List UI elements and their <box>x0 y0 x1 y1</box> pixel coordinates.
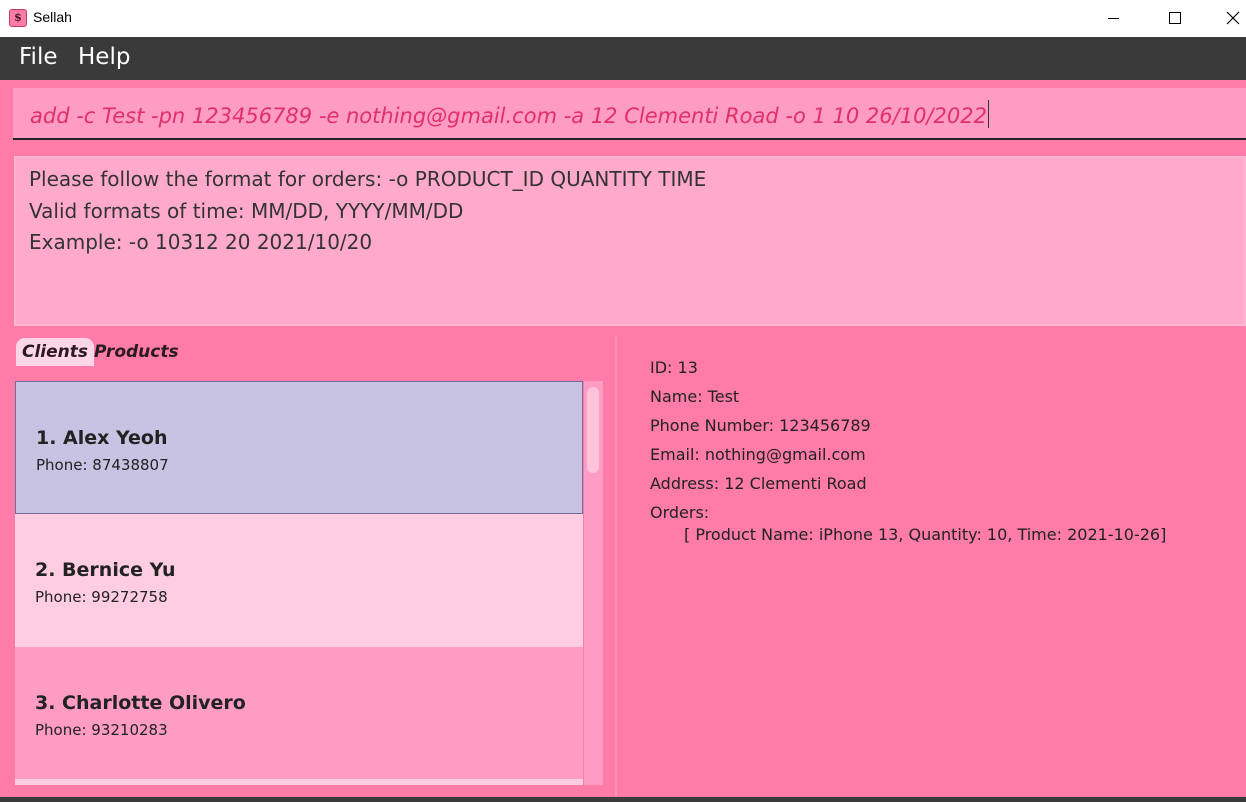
client-phone: Phone: 99272758 <box>35 588 168 606</box>
result-display: Please follow the format for orders: -o … <box>14 156 1246 326</box>
result-line: Example: -o 10312 20 2021/10/20 <box>29 230 373 254</box>
command-input[interactable]: add -c Test -pn 123456789 -e nothing@gma… <box>13 88 1246 140</box>
list-scrollbar[interactable] <box>584 381 603 785</box>
detail-name: Name: Test <box>650 387 740 406</box>
client-name: 2. Bernice Yu <box>35 559 176 581</box>
command-text: add -c Test -pn 123456789 -e nothing@gma… <box>30 104 987 128</box>
result-line: Valid formats of time: MM/DD, YYYY/MM/DD <box>29 199 464 223</box>
client-detail-panel: ID: 13 Name: Test Phone Number: 12345678… <box>619 335 1246 797</box>
detail-email: Email: nothing@gmail.com <box>650 445 866 464</box>
list-item[interactable]: 1. Alex Yeoh Phone: 87438807 <box>15 381 583 514</box>
maximize-button[interactable] <box>1146 0 1204 37</box>
client-list-panel: Clients Products 1. Alex Yeoh Phone: 874… <box>0 335 617 797</box>
window-title: Sellah <box>33 9 72 25</box>
tab-products[interactable]: Products <box>88 338 185 366</box>
tab-clients[interactable]: Clients <box>16 338 95 366</box>
result-area: Please follow the format for orders: -o … <box>0 149 1246 335</box>
list-item[interactable]: 3. Charlotte Olivero Phone: 93210283 <box>15 647 583 780</box>
command-text-wrap: add -c Test -pn 123456789 -e nothing@gma… <box>30 100 989 128</box>
command-area: add -c Test -pn 123456789 -e nothing@gma… <box>0 80 1246 149</box>
list-item[interactable]: 2. Bernice Yu Phone: 99272758 <box>15 514 583 647</box>
maximize-icon <box>1169 12 1181 24</box>
client-phone: Phone: 87438807 <box>36 456 169 474</box>
detail-order-item: [ Product Name: iPhone 13, Quantity: 10,… <box>684 525 1167 544</box>
tab-bar: Clients Products <box>0 335 617 367</box>
dollar-icon: $ <box>9 9 27 27</box>
close-icon <box>1226 11 1240 25</box>
status-bar <box>0 797 1246 802</box>
result-line: Please follow the format for orders: -o … <box>29 167 707 191</box>
detail-address: Address: 12 Clementi Road <box>650 474 867 493</box>
list-item[interactable] <box>15 779 583 785</box>
scroll-thumb[interactable] <box>587 387 599 473</box>
client-phone: Phone: 93210283 <box>35 721 168 739</box>
client-name: 1. Alex Yeoh <box>36 427 168 449</box>
menu-help[interactable]: Help <box>78 44 130 70</box>
detail-id: ID: 13 <box>650 358 698 377</box>
client-name: 3. Charlotte Olivero <box>35 692 246 714</box>
client-list: 1. Alex Yeoh Phone: 87438807 2. Bernice … <box>15 381 583 785</box>
detail-phone: Phone Number: 123456789 <box>650 416 871 435</box>
menu-bar: File Help <box>0 37 1246 80</box>
minimize-button[interactable] <box>1086 0 1144 37</box>
title-bar: $ Sellah <box>0 0 1246 37</box>
text-caret <box>987 100 989 128</box>
menu-file[interactable]: File <box>19 44 58 70</box>
close-button[interactable] <box>1204 0 1246 37</box>
detail-orders-label: Orders: <box>650 503 710 522</box>
minimize-icon <box>1108 18 1119 19</box>
